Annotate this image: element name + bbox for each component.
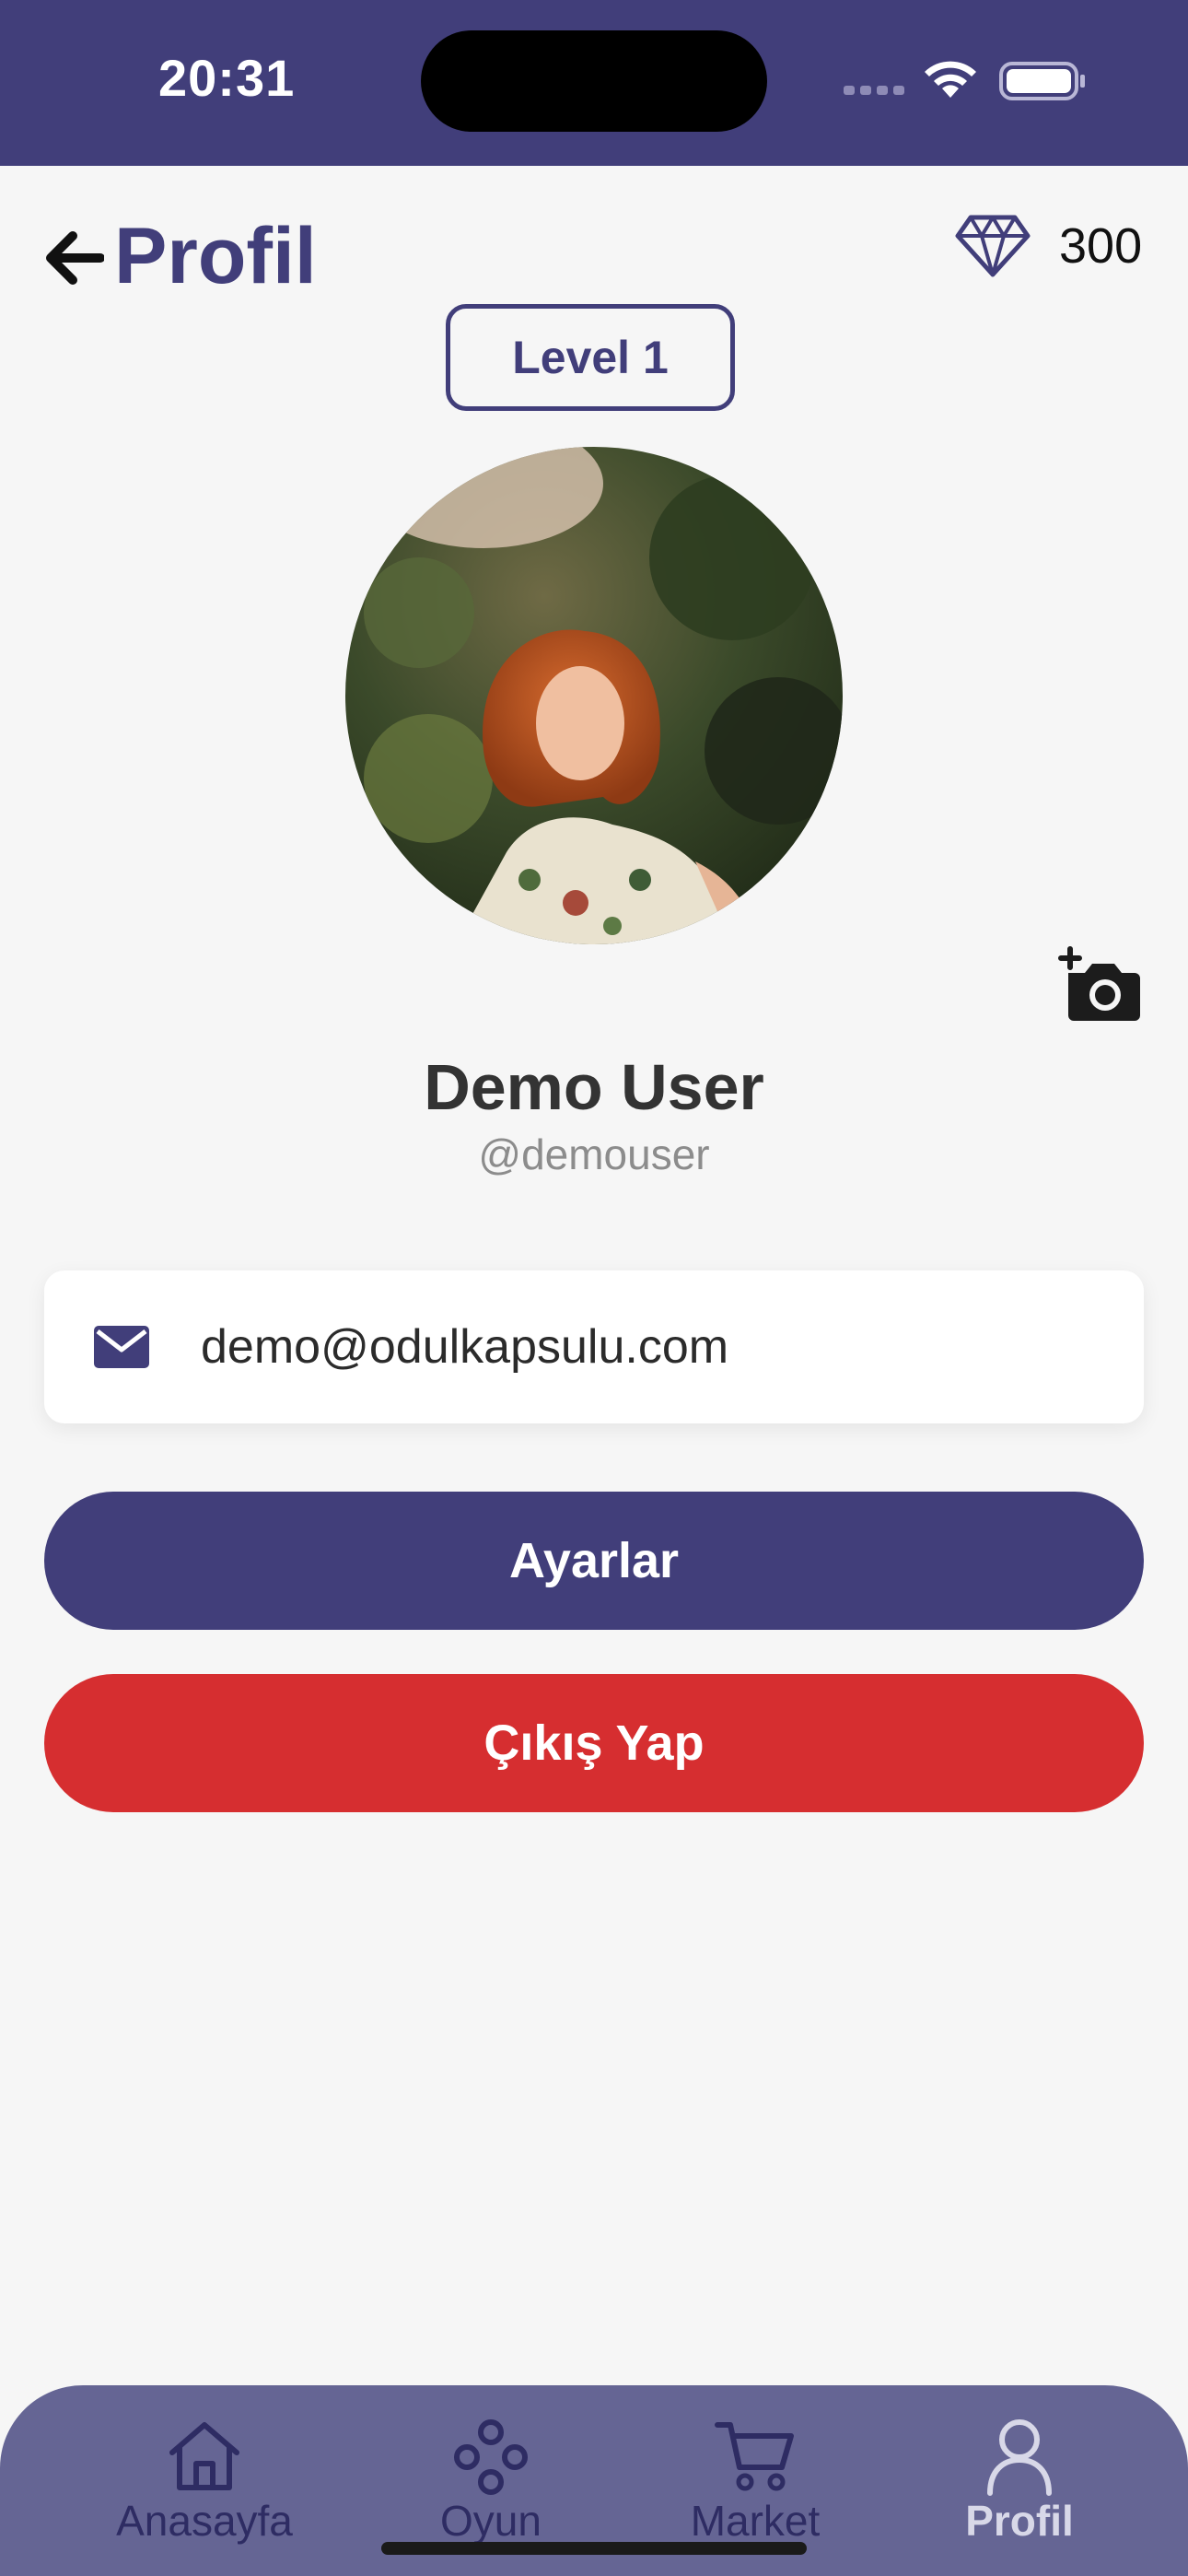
profile-photo: [345, 447, 843, 944]
gem-count: 300: [1059, 218, 1143, 274]
camera-plus-icon: [1058, 946, 1140, 1021]
tab-profile-label: Profil: [965, 2497, 1074, 2545]
page-title: Profil: [114, 212, 317, 300]
home-indicator[interactable]: [381, 2542, 807, 2555]
level-badge: Level 1: [446, 304, 735, 411]
tab-home[interactable]: Anasayfa: [85, 2385, 324, 2576]
home-icon: [169, 2422, 239, 2490]
cellular-signal-icon: [844, 86, 904, 95]
user-display-name: Demo User: [424, 1051, 764, 1123]
email-card: demo@odulkapsulu.com: [44, 1270, 1144, 1423]
user-handle: @demouser: [478, 1130, 710, 1178]
cart-icon: [715, 2422, 794, 2491]
gem-balance: 300: [954, 214, 1142, 278]
diamond-icon: [955, 215, 1031, 277]
tab-profile[interactable]: Profil: [900, 2385, 1139, 2576]
email-value: demo@odulkapsulu.com: [201, 1320, 729, 1374]
status-time: 20:31: [158, 49, 296, 107]
tab-home-label: Anasayfa: [116, 2497, 293, 2545]
user-icon: [987, 2419, 1052, 2496]
avatar[interactable]: [345, 447, 843, 944]
add-photo-button[interactable]: [1057, 945, 1142, 1023]
back-button[interactable]: [42, 217, 107, 299]
arrow-left-icon: [46, 231, 104, 285]
tab-market-label: Market: [690, 2497, 821, 2545]
logout-button[interactable]: Çıkış Yap: [44, 1674, 1144, 1812]
status-bar: 20:31: [0, 0, 1188, 166]
settings-button[interactable]: Ayarlar: [44, 1492, 1144, 1630]
battery-icon: [999, 62, 1085, 100]
game-icon: [454, 2419, 528, 2495]
mail-icon: [94, 1326, 149, 1368]
dynamic-island: [421, 30, 767, 132]
tab-game-label: Oyun: [440, 2497, 542, 2545]
wifi-icon: [925, 61, 976, 98]
